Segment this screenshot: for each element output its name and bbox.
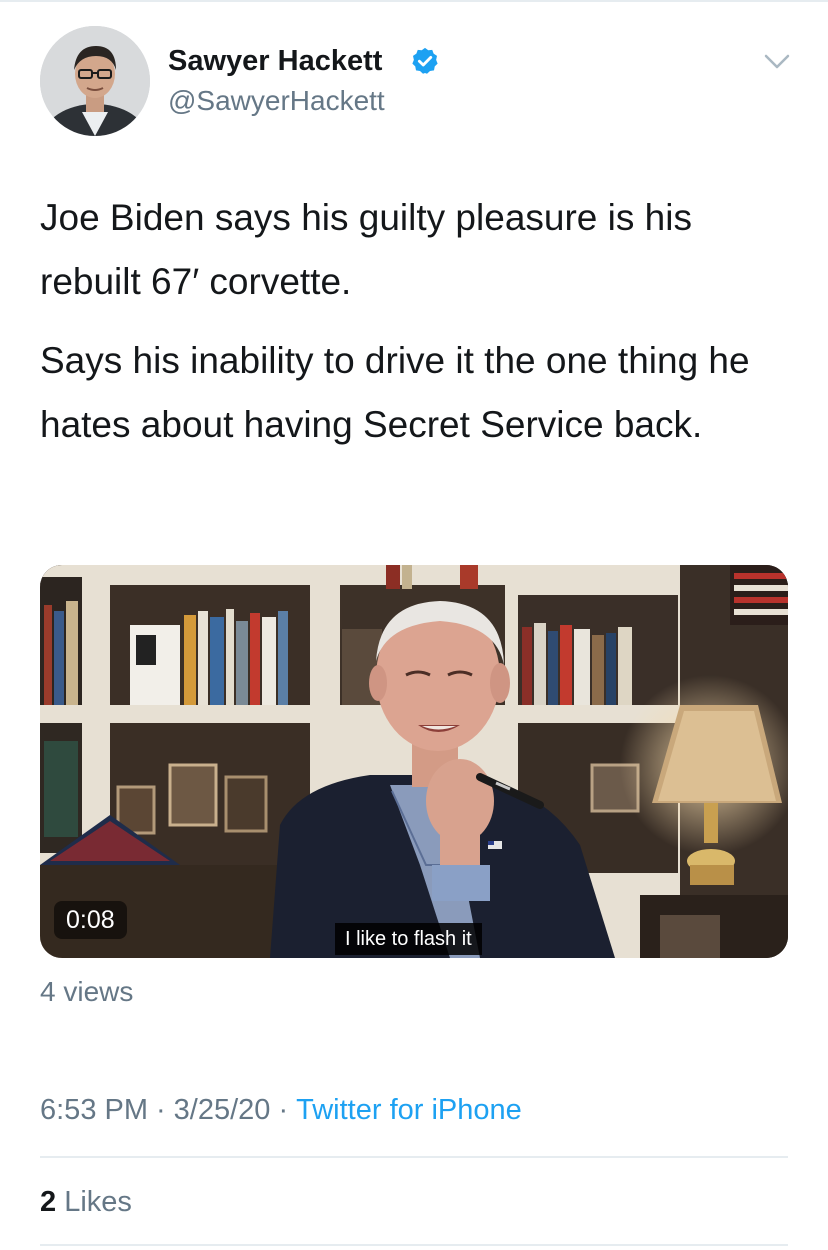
tweet-time[interactable]: 6:53 PM xyxy=(40,1094,148,1126)
video-player[interactable]: 0:08 I like to flash it xyxy=(40,565,788,958)
tweet-text: Joe Biden says his guilty pleasure is hi… xyxy=(40,186,790,472)
video-duration-badge: 0:08 xyxy=(54,901,127,939)
avatar-image xyxy=(40,26,150,136)
avatar[interactable] xyxy=(40,26,150,136)
video-caption: I like to flash it xyxy=(335,923,482,955)
verified-badge-icon xyxy=(412,47,438,74)
author-handle[interactable]: @SawyerHackett xyxy=(168,84,385,118)
tweet-metadata: 6:53 PM · 3/25/20 · Twitter for iPhone xyxy=(40,1090,522,1130)
view-count: 4 views xyxy=(40,976,134,1007)
tweet-date[interactable]: 3/25/20 xyxy=(174,1094,271,1126)
divider xyxy=(40,1244,788,1246)
likes-label: Likes xyxy=(64,1186,132,1218)
likes-count: 2 xyxy=(40,1186,57,1218)
chevron-down-icon[interactable] xyxy=(760,46,794,76)
tweet-source-link[interactable]: Twitter for iPhone xyxy=(296,1094,522,1126)
meta-separator: · xyxy=(278,1094,289,1126)
author-name[interactable]: Sawyer Hackett xyxy=(168,44,382,78)
video-thumbnail xyxy=(40,565,788,958)
meta-separator: · xyxy=(156,1094,166,1126)
top-divider xyxy=(0,0,828,2)
tweet-paragraph: Says his inability to drive it the one t… xyxy=(40,340,750,445)
divider xyxy=(40,1156,788,1158)
likes-stat[interactable]: 2 Likes xyxy=(40,1182,132,1222)
tweet-paragraph: Joe Biden says his guilty pleasure is hi… xyxy=(40,197,692,302)
